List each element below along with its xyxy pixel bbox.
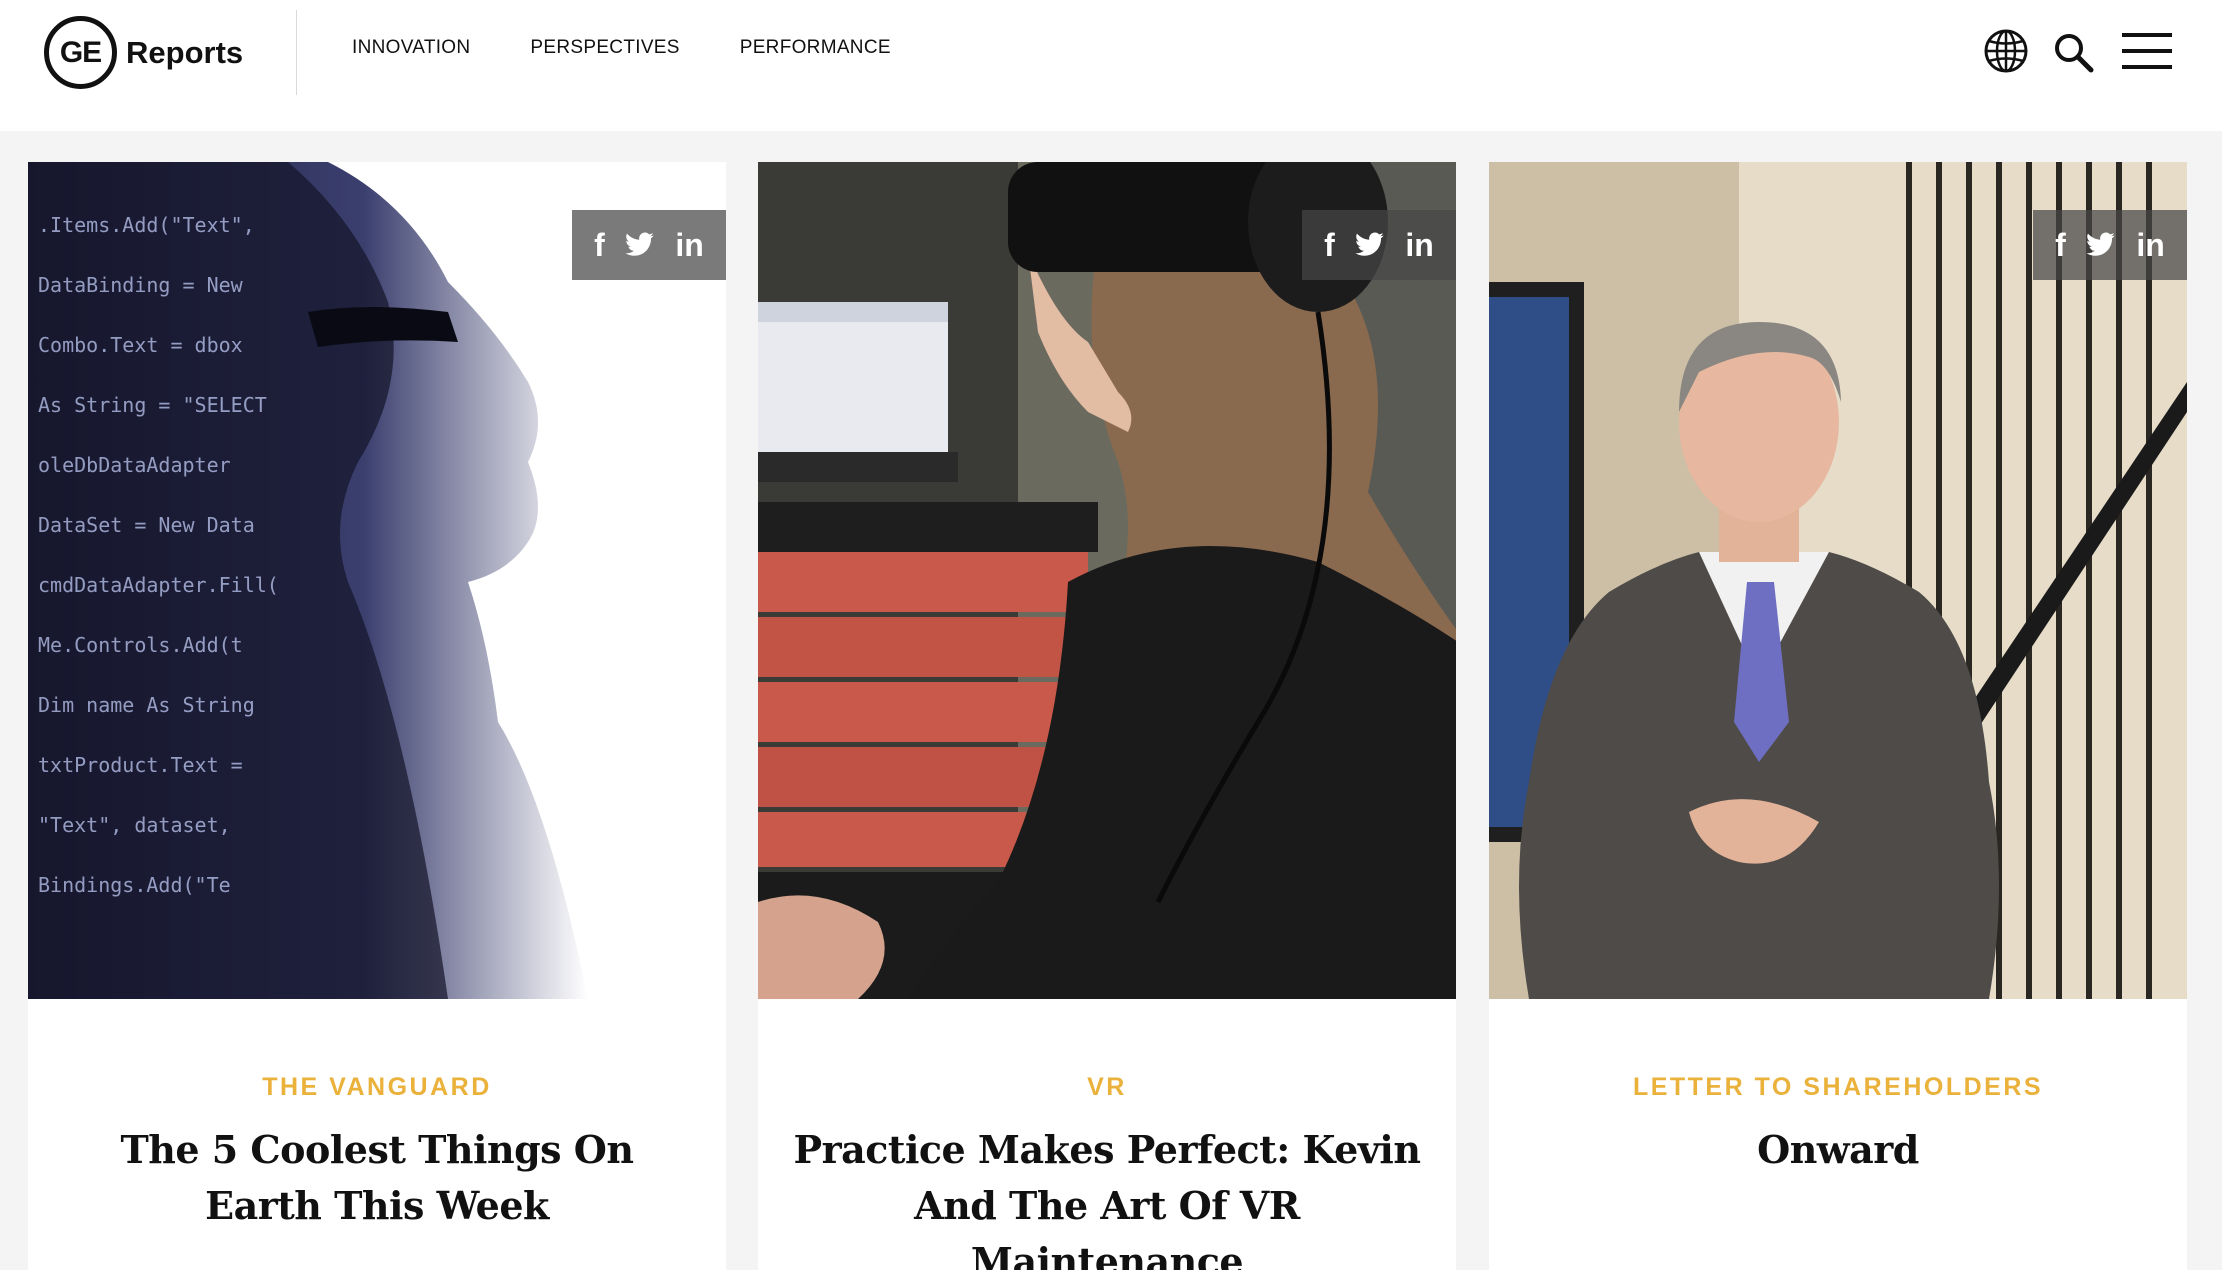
linkedin-share-icon[interactable]: in: [2136, 227, 2164, 264]
article-image[interactable]: f in: [758, 162, 1456, 999]
twitter-share-icon[interactable]: [1355, 232, 1385, 258]
svg-text:DataSet = New Data: DataSet = New Data: [38, 513, 255, 537]
linkedin-share-icon[interactable]: in: [1405, 227, 1433, 264]
article-image[interactable]: f in: [1489, 162, 2187, 999]
svg-text:.Items.Add("Text",: .Items.Add("Text",: [38, 213, 255, 237]
article-category[interactable]: LETTER TO SHAREHOLDERS: [1489, 1073, 2187, 1102]
linkedin-share-icon[interactable]: in: [675, 227, 703, 264]
hamburger-menu-icon[interactable]: [2122, 33, 2172, 74]
ge-reports-logo[interactable]: GE Reports: [44, 16, 243, 89]
facebook-share-icon[interactable]: f: [1324, 227, 1335, 264]
article-category[interactable]: THE VANGUARD: [28, 1073, 726, 1102]
svg-text:Bindings.Add("Te: Bindings.Add("Te: [38, 873, 231, 897]
facebook-share-icon[interactable]: f: [2055, 227, 2066, 264]
search-icon[interactable]: [2053, 32, 2095, 79]
svg-text:cmdDataAdapter.Fill(: cmdDataAdapter.Fill(: [38, 573, 279, 597]
twitter-share-icon[interactable]: [625, 232, 655, 258]
article-card[interactable]: f in LETTER TO SHAREHOLDERS Onward: [1489, 162, 2187, 1270]
svg-text:Combo.Text = dbox: Combo.Text = dbox: [38, 333, 243, 357]
twitter-share-icon[interactable]: [2086, 232, 2116, 258]
article-title[interactable]: Onward: [1518, 1122, 2158, 1178]
svg-text:Dim name As String: Dim name As String: [38, 693, 255, 717]
article-card-body: THE VANGUARD The 5 Coolest Things On Ear…: [28, 999, 726, 1234]
article-card[interactable]: f in VR Practice Makes Perfect: Kevin An…: [758, 162, 1456, 1270]
svg-text:"Text", dataset,: "Text", dataset,: [38, 813, 231, 837]
nav-innovation[interactable]: INNOVATION: [352, 37, 470, 59]
main-nav: INNOVATION PERSPECTIVES PERFORMANCE: [352, 37, 951, 59]
article-card-body: LETTER TO SHAREHOLDERS Onward: [1489, 999, 2187, 1178]
header-divider: [296, 10, 297, 95]
share-bar: f in: [1302, 210, 1456, 280]
article-title[interactable]: Practice Makes Perfect: Kevin And The Ar…: [787, 1122, 1427, 1270]
svg-text:oleDbDataAdapter: oleDbDataAdapter: [38, 453, 231, 477]
nav-perspectives[interactable]: PERSPECTIVES: [530, 37, 679, 59]
share-bar: f in: [572, 210, 726, 280]
svg-text:Me.Controls.Add(t: Me.Controls.Add(t: [38, 633, 243, 657]
share-bar: f in: [2033, 210, 2187, 280]
svg-text:txtProduct.Text =: txtProduct.Text =: [38, 753, 243, 777]
svg-text:DataBinding = New: DataBinding = New: [38, 273, 244, 297]
svg-text:As String = "SELECT: As String = "SELECT: [38, 393, 267, 417]
facebook-share-icon[interactable]: f: [594, 227, 605, 264]
article-category[interactable]: VR: [758, 1073, 1456, 1102]
article-card[interactable]: .Items.Add("Text", DataBinding = New Com…: [28, 162, 726, 1270]
article-card-body: VR Practice Makes Perfect: Kevin And The…: [758, 999, 1456, 1270]
site-header: GE Reports INNOVATION PERSPECTIVES PERFO…: [0, 0, 2222, 131]
article-title[interactable]: The 5 Coolest Things On Earth This Week: [57, 1122, 697, 1234]
nav-performance[interactable]: PERFORMANCE: [740, 37, 891, 59]
ge-logo-mark: GE: [44, 16, 117, 89]
globe-icon[interactable]: [1983, 28, 2029, 79]
article-image[interactable]: .Items.Add("Text", DataBinding = New Com…: [28, 162, 726, 999]
logo-text: Reports: [126, 34, 244, 70]
